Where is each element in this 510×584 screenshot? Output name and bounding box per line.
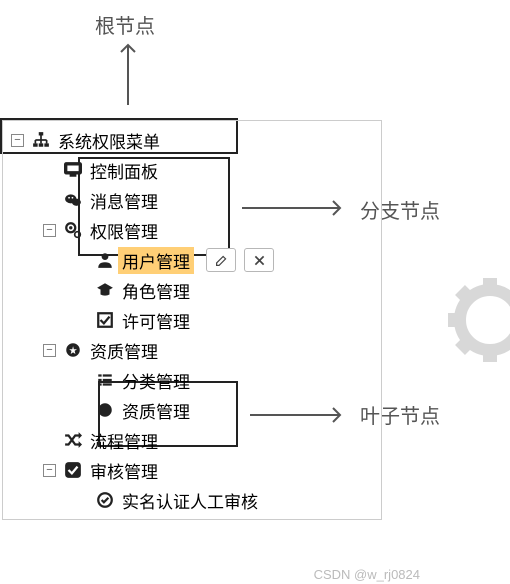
desktop-icon [62,161,84,179]
collapse-icon[interactable]: − [11,134,24,147]
node-label: 控制面板 [86,157,162,184]
tree-node-permission[interactable]: − 权限管理 [3,215,381,245]
node-label: 消息管理 [86,187,162,214]
collapse-icon[interactable]: − [43,224,56,237]
delete-button[interactable] [244,248,274,272]
node-label: 流程管理 [86,427,162,454]
tree-node-message[interactable]: 消息管理 [3,185,381,215]
collapse-icon[interactable]: − [43,344,56,357]
certificate-icon [94,401,116,419]
sitemap-icon [30,131,52,149]
tree-node-role[interactable]: 角色管理 [3,275,381,305]
certificate-icon [62,341,84,359]
node-label: 资质管理 [86,337,162,364]
node-label: 许可管理 [118,307,194,334]
tree-node-realname[interactable]: 实名认证人工审核 [3,485,381,515]
node-label: 权限管理 [86,217,162,244]
watermark-gear-icon [400,260,510,460]
credit-text: CSDN @w_rj0824 [314,567,420,582]
tree-node-process[interactable]: 流程管理 [3,425,381,455]
tree-node-user[interactable]: 用户管理 [3,245,381,275]
annotation-root: 根节点 [95,10,155,39]
node-label: 资质管理 [118,397,194,424]
node-label: 角色管理 [118,277,194,304]
node-label: 系统权限菜单 [54,127,164,154]
node-label: 审核管理 [86,457,162,484]
random-icon [62,431,84,449]
node-label: 实名认证人工审核 [118,487,262,514]
tree-node-control-panel[interactable]: 控制面板 [3,155,381,185]
arrow-up-icon [118,40,138,110]
collapse-icon[interactable]: − [43,464,56,477]
gears-icon [62,221,84,239]
tree-node-license[interactable]: 许可管理 [3,305,381,335]
user-icon [94,251,116,269]
wechat-icon [62,191,84,209]
tree-node-category[interactable]: 分类管理 [3,365,381,395]
list-icon [94,371,116,389]
tree-node-root[interactable]: − 系统权限菜单 [3,125,381,155]
check-circle-icon [94,491,116,509]
tree-node-qualification[interactable]: − 资质管理 [3,335,381,365]
graduation-cap-icon [94,281,116,299]
edit-button[interactable] [206,248,236,272]
check-filled-icon [62,461,84,479]
tree-view: − 系统权限菜单 控制面板 消息管理 − 权限管理 用户 [2,120,382,520]
node-label-selected: 用户管理 [118,247,194,274]
check-square-icon [94,311,116,329]
tree-node-audit[interactable]: − 审核管理 [3,455,381,485]
tree-node-qualification-item[interactable]: 资质管理 [3,395,381,425]
node-label: 分类管理 [118,367,194,394]
